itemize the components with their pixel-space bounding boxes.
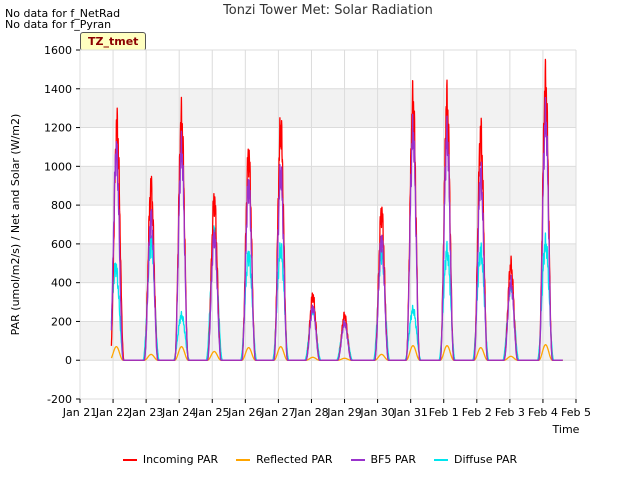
x-tick-label: Jan 24 bbox=[161, 406, 196, 419]
legend-label: Reflected PAR bbox=[256, 453, 333, 466]
legend-item: Reflected PAR bbox=[236, 453, 333, 466]
x-tick-label: Feb 1 bbox=[429, 406, 459, 419]
x-tick-label: Jan 27 bbox=[260, 406, 295, 419]
x-axis-label: Time bbox=[552, 423, 580, 436]
x-tick-label: Jan 23 bbox=[128, 406, 163, 419]
x-tick-label: Jan 31 bbox=[392, 406, 427, 419]
grid-bands bbox=[80, 50, 576, 399]
y-tick-label: 1400 bbox=[44, 83, 72, 96]
x-tick-label: Feb 2 bbox=[462, 406, 492, 419]
x-tick-label: Jan 26 bbox=[227, 406, 262, 419]
y-ticks: -200 0 200 400 600 800 1000 1200 1400 1600 bbox=[44, 44, 80, 406]
legend-label: Diffuse PAR bbox=[453, 453, 518, 466]
y-tick-label: 1200 bbox=[44, 122, 72, 135]
x-tick-label: Jan 25 bbox=[194, 406, 229, 419]
legend: Incoming PAR Reflected PAR BF5 PAR Diffuse … bbox=[0, 453, 640, 466]
y-tick-label: 400 bbox=[51, 277, 72, 290]
y-tick-label: 0 bbox=[65, 354, 72, 367]
legend-label: BF5 PAR bbox=[370, 453, 416, 466]
legend-item: Diffuse PAR bbox=[433, 453, 518, 466]
x-tick-label: Jan 22 bbox=[95, 406, 130, 419]
y-tick-label: 200 bbox=[51, 315, 72, 328]
legend-swatch bbox=[350, 459, 365, 461]
grid-band bbox=[80, 88, 576, 128]
y-tick-label: 1600 bbox=[44, 44, 72, 57]
legend-swatch bbox=[236, 459, 251, 461]
grid-band bbox=[80, 166, 576, 206]
x-tick-label: Feb 5 bbox=[561, 406, 591, 419]
chart-canvas: -200 0 200 400 600 800 1000 1200 1400 1600 Jan 21… bbox=[9, 44, 591, 436]
x-tick-label: Jan 21 bbox=[62, 406, 97, 419]
y-tick-label: 600 bbox=[51, 238, 72, 251]
legend-item: BF5 PAR bbox=[350, 453, 416, 466]
y-tick-label: -200 bbox=[47, 393, 72, 406]
grid-band bbox=[80, 321, 576, 361]
legend-item: Incoming PAR bbox=[122, 453, 219, 466]
y-axis-label: PAR (umol/m2/s) / Net and Solar (W/m2) bbox=[9, 114, 22, 336]
legend-swatch bbox=[433, 459, 448, 461]
y-tick-label: 1000 bbox=[44, 160, 72, 173]
x-ticks: Jan 21Jan 22Jan 23Jan 24Jan 25Jan 26Jan … bbox=[62, 399, 591, 419]
x-tick-label: Jan 28 bbox=[293, 406, 328, 419]
x-tick-label: Feb 3 bbox=[495, 406, 525, 419]
y-tick-label: 800 bbox=[51, 199, 72, 212]
legend-label: Incoming PAR bbox=[142, 453, 219, 466]
legend-swatch bbox=[122, 459, 137, 461]
x-tick-label: Jan 29 bbox=[326, 406, 361, 419]
x-tick-label: Feb 4 bbox=[528, 406, 558, 419]
x-tick-label: Jan 30 bbox=[359, 406, 394, 419]
